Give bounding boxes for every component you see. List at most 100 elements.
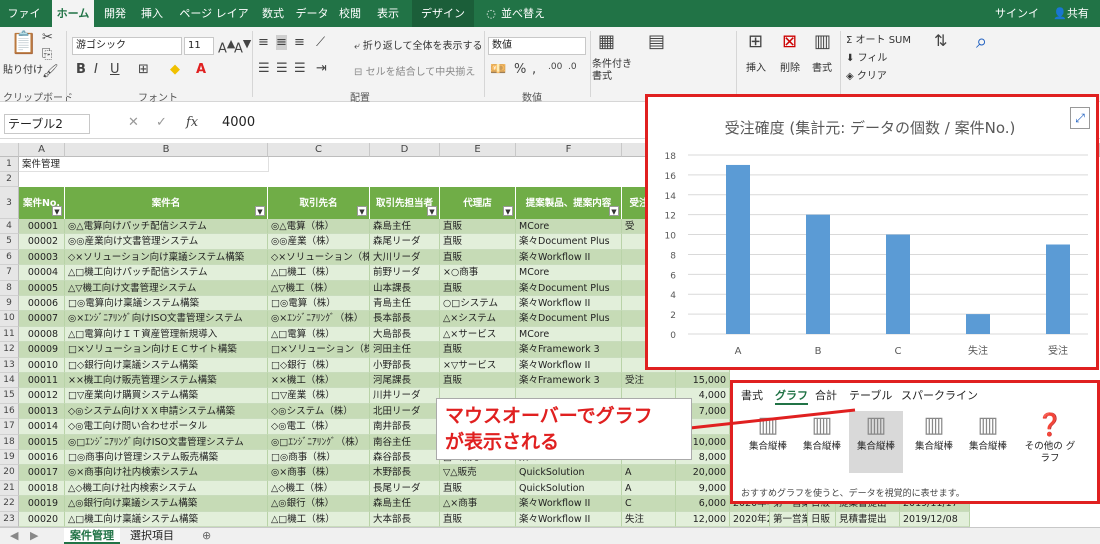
table-cell[interactable]: ◎×商事向け社内検索システム	[65, 465, 268, 481]
tab-view[interactable]: 表示	[372, 0, 404, 27]
table-cell[interactable]: ××機工向け販売管理システム構築	[65, 373, 268, 389]
qa-chart-option[interactable]: ▥ 集合縦棒	[795, 411, 849, 473]
table-cell[interactable]: 00019	[19, 496, 65, 512]
currency-icon[interactable]: 💴	[490, 62, 506, 77]
table-cell[interactable]: 青島主任	[370, 296, 440, 312]
table-cell[interactable]: △▽機工向け文書管理システム	[65, 280, 268, 296]
filter-dropdown-icon[interactable]: ▼	[609, 206, 619, 216]
tab-developer[interactable]: 開発	[100, 0, 130, 27]
table-cell[interactable]: 大川リーダ	[370, 249, 440, 266]
insert-function-icon[interactable]: fx	[186, 115, 198, 130]
column-header[interactable]: A	[19, 143, 65, 157]
table-cell[interactable]: 山本課長	[370, 280, 440, 296]
table-cell[interactable]: ◇◎電工向け問い合わせポータル	[65, 419, 268, 435]
comma-icon[interactable]: ,	[532, 62, 536, 77]
row-header[interactable]: 20	[0, 465, 19, 481]
copy-icon[interactable]: ⎘	[42, 47, 52, 62]
table-cell[interactable]: ◇×ソリューション（株	[268, 249, 370, 266]
paste-icon[interactable]: 📋	[10, 31, 37, 56]
table-cell[interactable]: 20,000	[676, 465, 730, 481]
table-cell[interactable]: 川井リーダ	[370, 388, 440, 404]
tab-data[interactable]: データ	[294, 0, 330, 27]
table-cell[interactable]: 00016	[19, 450, 65, 466]
table-cell[interactable]: ◎×商事（株）	[268, 465, 370, 481]
table-cell[interactable]: 直販	[440, 219, 516, 235]
table-cell[interactable]: ×▽サービス	[440, 357, 516, 373]
tab-review[interactable]: 校閲	[334, 0, 366, 27]
format-painter-icon[interactable]: 🖌	[42, 64, 59, 79]
filter-dropdown-icon[interactable]: ▼	[255, 206, 265, 216]
table-cell[interactable]: 楽々Workflow II	[516, 511, 622, 527]
table-cell[interactable]: 楽々Document Plus	[516, 234, 622, 250]
wrap-text-button[interactable]: ⤶ 折り返して全体を表示する	[354, 37, 483, 52]
delete-cells-icon[interactable]: ⊠	[782, 31, 797, 52]
table-cell[interactable]: 長本部長	[370, 311, 440, 327]
row-header[interactable]: 14	[0, 373, 19, 389]
filter-dropdown-icon[interactable]: ▼	[427, 206, 437, 216]
table-cell[interactable]: 小野部長	[370, 357, 440, 373]
align-bottom-icon[interactable]: ≡	[294, 35, 305, 50]
table-cell[interactable]: △×商事	[440, 496, 516, 512]
table-cell[interactable]: 大本部長	[370, 511, 440, 527]
table-cell[interactable]: □×ソリューション向けＥＣサイト構築	[65, 342, 268, 358]
italic-icon[interactable]: I	[94, 62, 98, 77]
column-header[interactable]: C	[268, 143, 370, 157]
table-cell[interactable]: 森谷部長	[370, 450, 440, 466]
table-cell[interactable]: 2020年2月	[730, 511, 770, 527]
table-cell[interactable]: 2019/12/08	[900, 511, 970, 527]
qa-chart-option[interactable]: ▥ 集合縦棒	[961, 411, 1015, 473]
clear-button[interactable]: ◈ クリア	[846, 67, 887, 82]
table-cell[interactable]: 00014	[19, 419, 65, 435]
font-size-box[interactable]: 11	[184, 37, 214, 55]
table-cell[interactable]: 15,000	[676, 373, 730, 389]
table-cell[interactable]: □◇銀行（株）	[268, 357, 370, 373]
table-cell[interactable]: 森島主任	[370, 496, 440, 512]
name-box[interactable]: テーブル2	[4, 114, 90, 134]
column-header[interactable]: F	[516, 143, 622, 157]
fill-button[interactable]: ⬇ フィル	[846, 49, 887, 64]
table-cell[interactable]: 00018	[19, 480, 65, 497]
table-cell[interactable]: 00008	[19, 326, 65, 343]
tab-page-layout[interactable]: ページ レイアウト	[174, 0, 254, 47]
table-cell[interactable]: 河尾課長	[370, 373, 440, 389]
table-cell[interactable]: ◎◎産業（株）	[268, 234, 370, 250]
align-center-icon[interactable]: ☰	[276, 61, 288, 76]
formula-input[interactable]: 4000	[222, 115, 255, 130]
tab-design[interactable]: デザイン	[412, 0, 474, 27]
row-header[interactable]: 23	[0, 511, 19, 527]
table-cell[interactable]: △□電算向けＩＴ資産管理新規導入	[65, 326, 268, 343]
table-cell[interactable]: 南井部長	[370, 419, 440, 435]
table-cell[interactable]: 00006	[19, 296, 65, 312]
qa-tab-sparklines[interactable]: スパークライン	[901, 387, 978, 403]
table-cell[interactable]: 前野リーダ	[370, 265, 440, 281]
column-header[interactable]: E	[440, 143, 516, 157]
table-cell[interactable]: 楽々Document Plus	[516, 311, 622, 327]
qa-chart-option[interactable]: ▥ 集合縦棒	[849, 411, 903, 473]
qa-tab-tables[interactable]: テーブル	[849, 387, 892, 403]
table-cell[interactable]: ◎□ｴﾝｼﾞﾆｱﾘﾝｸﾞ（株）	[268, 434, 370, 450]
table-cell[interactable]: 河田主任	[370, 342, 440, 358]
tab-home[interactable]: ホーム	[52, 0, 94, 27]
table-cell[interactable]: 見積書提出	[836, 511, 900, 527]
table-cell[interactable]: □◎電算向け稟議システム構築	[65, 296, 268, 312]
insert-label[interactable]: 挿入	[746, 59, 766, 74]
table-cell[interactable]: ×○商事	[440, 265, 516, 281]
table-cell[interactable]: 00003	[19, 249, 65, 266]
row-header[interactable]: 10	[0, 311, 19, 327]
merge-center-button[interactable]: ⊟ セルを結合して中央揃え	[354, 63, 475, 78]
row-header[interactable]: 18	[0, 434, 19, 450]
table-cell[interactable]: 00010	[19, 357, 65, 373]
table-cell[interactable]: ▽△販売	[440, 465, 516, 481]
percent-icon[interactable]: %	[514, 62, 526, 77]
table-cell[interactable]: ◎×ｴﾝｼﾞﾆｱﾘﾝｸﾞ向けISO文書管理システム	[65, 311, 268, 327]
font-name-box[interactable]: 游ゴシック	[72, 37, 182, 55]
table-cell[interactable]: 00005	[19, 280, 65, 296]
cancel-icon[interactable]: ✕	[128, 115, 139, 130]
tab-file[interactable]: ファイル	[4, 0, 44, 47]
table-cell[interactable]: MCore	[516, 265, 622, 281]
table-cell[interactable]: QuickSolution	[516, 480, 622, 497]
sheet-tab-active[interactable]: 案件管理	[64, 528, 120, 544]
table-cell[interactable]: ◎□ｴﾝｼﾞﾆｱﾘﾝｸﾞ向けISO文書管理システム	[65, 434, 268, 450]
table-cell[interactable]: △□機工（株）	[268, 265, 370, 281]
row-header[interactable]: 7	[0, 265, 19, 281]
